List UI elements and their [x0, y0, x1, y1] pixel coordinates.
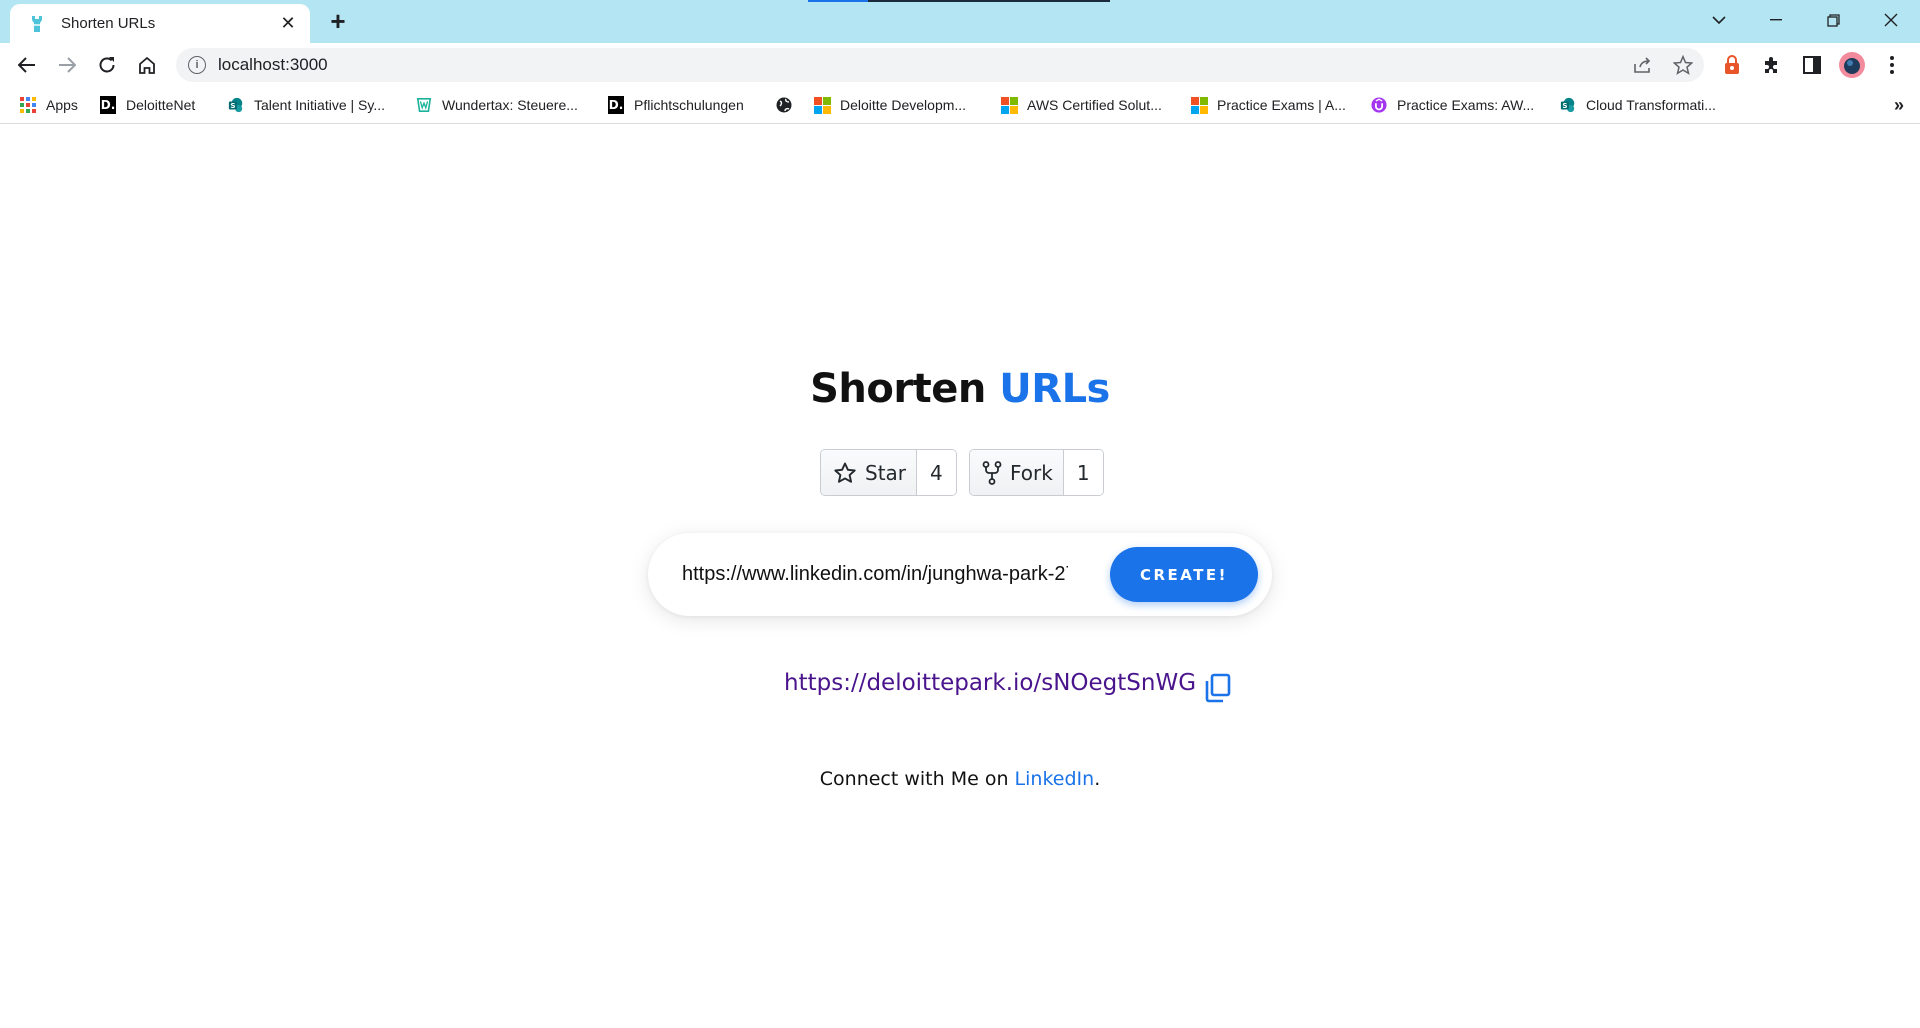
page-title: Shorten URLs — [0, 366, 1920, 412]
bookmark-label: Practice Exams: AW... — [1397, 97, 1535, 113]
bookmark-label: DeloitteNet — [126, 97, 196, 113]
star-count[interactable]: 4 — [917, 450, 956, 495]
bookmark-label: Wundertax: Steuere... — [442, 97, 578, 113]
page-title-main: Shorten — [810, 366, 986, 412]
browser-toolbar: i localhost:3000 — [0, 43, 1920, 87]
microsoft-icon — [813, 96, 831, 114]
bookmark-deloitte-development[interactable]: Deloitte Developm... — [813, 93, 967, 117]
new-tab-button[interactable]: + — [324, 6, 352, 36]
star-button[interactable]: Star — [821, 450, 918, 495]
bookmark-globe[interactable] — [776, 93, 802, 117]
github-star-button[interactable]: Star 4 — [820, 449, 957, 496]
svg-text:S: S — [230, 101, 235, 110]
loading-indicator — [808, 0, 1110, 2]
copy-icon[interactable] — [1204, 673, 1232, 703]
back-button[interactable] — [11, 49, 43, 81]
profile-avatar[interactable] — [1838, 51, 1866, 79]
bookmark-pflichtschulungen[interactable]: D. Pflichtschulungen — [608, 93, 744, 117]
connect-suffix: . — [1094, 768, 1101, 790]
bookmarks-bar: Apps D. DeloitteNet S Talent Initiative … — [0, 87, 1920, 124]
forward-button[interactable] — [51, 49, 83, 81]
extension-lock-icon[interactable] — [1718, 51, 1746, 79]
tab-search-icon[interactable] — [1696, 0, 1742, 40]
browser-menu-icon[interactable] — [1878, 51, 1906, 79]
star-icon — [834, 462, 856, 483]
share-icon[interactable] — [1630, 52, 1656, 78]
bookmark-aws-certified[interactable]: AWS Certified Solut... — [1000, 93, 1162, 117]
extensions-puzzle-icon[interactable] — [1758, 51, 1786, 79]
bookmark-cloud-transformation[interactable]: S Cloud Transformati... — [1560, 93, 1716, 117]
short-url-link[interactable]: https://deloittepark.io/sNOegtSnWG — [784, 670, 1196, 696]
address-bar-url[interactable]: localhost:3000 — [218, 55, 1704, 75]
bookmark-label: Practice Exams | A... — [1217, 97, 1346, 113]
microsoft-icon — [1190, 96, 1208, 114]
bookmarks-overflow-button[interactable]: » — [1894, 95, 1904, 116]
bookmark-label: Pflichtschulungen — [634, 97, 744, 113]
globe-icon — [776, 97, 792, 113]
bookmark-practice-exams-a[interactable]: Practice Exams | A... — [1190, 93, 1346, 117]
fork-count[interactable]: 1 — [1063, 450, 1103, 495]
tab-active[interactable]: Shorten URLs ✕ — [10, 4, 310, 43]
bookmark-wundertax[interactable]: Wundertax: Steuere... — [416, 93, 578, 117]
deloitte-d-icon: D. — [100, 96, 116, 114]
star-label: Star — [865, 460, 907, 485]
close-window-button[interactable] — [1868, 0, 1914, 40]
minimize-button[interactable] — [1753, 0, 1799, 40]
bookmark-apps[interactable]: Apps — [20, 93, 78, 117]
address-bar[interactable]: i localhost:3000 — [176, 48, 1704, 82]
apps-grid-icon — [20, 97, 36, 113]
bookmark-label: AWS Certified Solut... — [1027, 97, 1162, 113]
tab-title: Shorten URLs — [61, 15, 156, 32]
bookmark-label: Deloitte Developm... — [840, 97, 967, 113]
restore-button[interactable] — [1810, 0, 1856, 40]
shorten-url-form: CREATE! — [648, 533, 1272, 616]
bookmark-talent-initiative[interactable]: S Talent Initiative | Sy... — [228, 93, 385, 117]
bookmark-label: Apps — [46, 97, 78, 113]
connect-line: Connect with Me on LinkedIn. — [0, 768, 1920, 790]
fork-icon — [982, 460, 1002, 485]
page-title-accent: URLs — [999, 366, 1110, 412]
reload-button[interactable] — [91, 49, 123, 81]
side-panel-icon[interactable] — [1798, 51, 1826, 79]
sharepoint-icon: S — [1560, 97, 1576, 113]
connect-prefix: Connect with Me on — [819, 768, 1015, 790]
long-url-input[interactable] — [680, 553, 1070, 595]
site-info-icon[interactable]: i — [188, 56, 206, 74]
tab-close-icon[interactable]: ✕ — [276, 12, 300, 36]
bookmark-label: Talent Initiative | Sy... — [254, 97, 385, 113]
fork-button[interactable]: Fork — [970, 450, 1064, 495]
tab-favicon-icon — [29, 15, 45, 33]
fork-label: Fork — [1010, 460, 1053, 485]
bookmark-practice-exams-aw[interactable]: Practice Exams: AW... — [1371, 93, 1534, 117]
github-fork-button[interactable]: Fork 1 — [969, 449, 1104, 496]
wundertax-icon — [416, 97, 432, 113]
home-button[interactable] — [131, 49, 163, 81]
linkedin-link[interactable]: LinkedIn — [1015, 768, 1095, 790]
sharepoint-icon: S — [228, 97, 244, 113]
svg-text:S: S — [1562, 101, 1567, 110]
bookmark-star-icon[interactable] — [1670, 52, 1696, 78]
udemy-icon — [1371, 97, 1387, 113]
bookmark-deloittenet[interactable]: D. DeloitteNet — [100, 93, 195, 117]
microsoft-icon — [1000, 96, 1018, 114]
bookmark-label: Cloud Transformati... — [1586, 97, 1716, 113]
create-button[interactable]: CREATE! — [1110, 547, 1258, 602]
deloitte-d-icon: D. — [608, 96, 624, 114]
browser-titlebar: Shorten URLs ✕ + — [0, 0, 1920, 43]
